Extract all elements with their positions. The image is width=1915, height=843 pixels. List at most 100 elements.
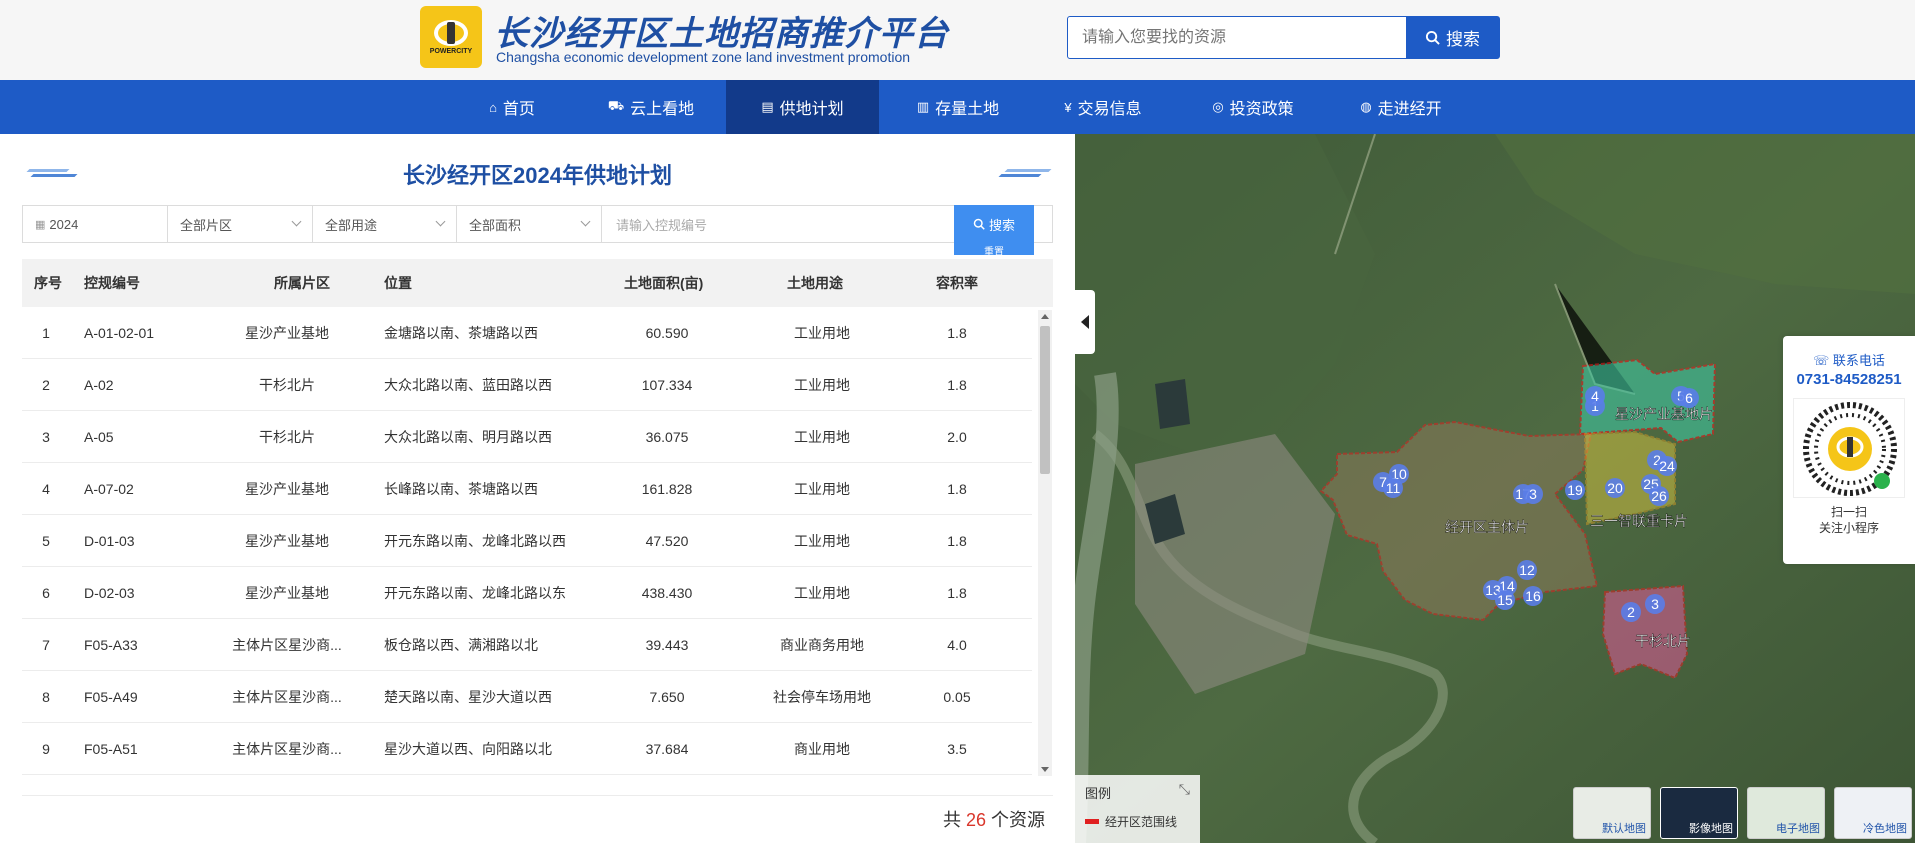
basemap-cool[interactable]: 冷色地图	[1834, 787, 1912, 839]
usage-select[interactable]: 全部用途	[313, 206, 457, 242]
row-location: 星沙大道以西、向阳路以北	[384, 741, 552, 757]
site-logo[interactable]: POWERCITY	[420, 6, 482, 68]
globe-icon: ◍	[1360, 99, 1372, 114]
map-marker[interactable]: 19	[1565, 480, 1585, 500]
row-far: 1.8	[947, 481, 967, 497]
contact-label-text: 联系电话	[1832, 353, 1885, 368]
contact-card: ☏ 联系电话 0731-84528251 扫一扫 关注小程序	[1783, 336, 1915, 564]
row-district: 干杉北片	[259, 429, 315, 445]
row-district: 星沙产业基地	[245, 585, 329, 601]
col-header-usage: 土地用途	[787, 275, 843, 291]
row-usage: 工业用地	[794, 585, 850, 601]
nav-item-about[interactable]: ◍ 走进经开	[1336, 80, 1466, 134]
calendar-icon: ▦	[35, 218, 46, 231]
policy-icon: ◎	[1212, 99, 1224, 114]
search-input[interactable]	[1068, 17, 1406, 58]
collapse-panel-button[interactable]	[1075, 290, 1095, 354]
basemap-label: 默认地图	[1602, 823, 1646, 835]
nav-label: 供地计划	[779, 101, 844, 118]
year-picker[interactable]: ▦ 2024	[23, 206, 168, 242]
row-usage: 工业用地	[794, 429, 850, 445]
area-select[interactable]: 全部面积	[457, 206, 602, 242]
search-icon	[973, 218, 985, 230]
collapse-legend-icon[interactable]: ⤡	[1179, 781, 1190, 798]
row-far: 2.0	[947, 429, 967, 445]
contact-phone[interactable]: 0731-84528251	[1783, 371, 1915, 388]
nav-item-policy[interactable]: ◎ 投资政策	[1188, 80, 1318, 134]
search-button[interactable]: 搜索	[1406, 17, 1499, 58]
table-row[interactable]: 2 A-02 干杉北片 大众北路以南、蓝田路以西 107.334 工业用地 1.8	[22, 359, 1032, 411]
marker-label: 6	[1685, 390, 1693, 406]
row-index: 8	[42, 689, 50, 705]
district-value: 全部片区	[180, 217, 233, 233]
scan-hint: 扫一扫 关注小程序	[1783, 504, 1915, 536]
map-marker[interactable]: 3	[1645, 594, 1665, 614]
row-code: F05-A51	[84, 741, 138, 757]
row-usage: 社会停车场用地	[773, 689, 871, 705]
row-index: 4	[42, 481, 50, 497]
row-district: 星沙产业基地	[245, 533, 329, 549]
row-usage: 商业商务用地	[780, 637, 864, 653]
logo-mark-icon	[434, 19, 468, 46]
marker-label: 26	[1651, 488, 1667, 504]
marker-label: 4	[1591, 388, 1599, 404]
row-area: 39.443	[645, 637, 689, 653]
basemap-electronic[interactable]: 电子地图	[1747, 787, 1825, 839]
map-marker[interactable]: 16	[1523, 586, 1543, 606]
year-value: 2024	[49, 216, 79, 232]
map-marker[interactable]: 12	[1517, 560, 1537, 580]
car-icon: ⛟	[607, 98, 625, 113]
map-marker[interactable]: 2	[1621, 602, 1641, 622]
table-body: 1 A-01-02-01 星沙产业基地 金塘路以南、茶塘路以西 60.590 工业用地 1.…	[22, 307, 1032, 777]
nav-item-stock-land[interactable]: ▥ 存量土地	[893, 80, 1023, 134]
row-location: 大众北路以南、蓝田路以西	[384, 377, 552, 393]
map-marker[interactable]: 15	[1495, 590, 1515, 610]
row-index: 1	[42, 325, 50, 341]
row-index: 2	[42, 377, 50, 393]
marker-label: 11	[1386, 480, 1401, 496]
map-marker[interactable]: 11	[1383, 478, 1403, 498]
basemap-default[interactable]: 默认地图	[1573, 787, 1651, 839]
zone-label-gansha: 干杉北片	[1635, 633, 1691, 649]
nav-item-supply-plan[interactable]: ▤ 供地计划	[726, 80, 879, 134]
map-marker[interactable]: 3	[1523, 484, 1543, 504]
scan-line1: 扫一扫	[1830, 505, 1867, 519]
map-marker[interactable]: 4	[1585, 386, 1605, 406]
row-district: 主体片区星沙商...	[232, 741, 342, 757]
table-scrollbar[interactable]	[1038, 310, 1052, 776]
basemap-label: 冷色地图	[1863, 823, 1907, 835]
table-row[interactable]: 9 F05-A51 主体片区星沙商... 星沙大道以西、向阳路以北 37.684 商业用地…	[22, 723, 1032, 775]
nav-item-cloud-view[interactable]: ⛟ 云上看地	[586, 80, 716, 134]
table-row[interactable]: 7 F05-A33 主体片区星沙商... 板仓路以西、满湘路以北 39.443 商业商务用…	[22, 619, 1032, 671]
search-icon	[1425, 30, 1440, 45]
marker-label: 3	[1529, 486, 1537, 502]
table-row[interactable]: 8 F05-A49 主体片区星沙商... 楚天路以南、星沙大道以西 7.650 社会停车场…	[22, 671, 1032, 723]
nav-label: 交易信息	[1077, 101, 1142, 118]
qr-code-icon	[1803, 402, 1897, 496]
table-row[interactable]: 1 A-01-02-01 星沙产业基地 金塘路以南、茶塘路以西 60.590 工业用地 1.…	[22, 307, 1032, 359]
table-row[interactable]: 3 A-05 干杉北片 大众北路以南、明月路以西 36.075 工业用地 2.0	[22, 411, 1032, 463]
table-row[interactable]: 4 A-07-02 星沙产业基地 长峰路以南、茶塘路以西 161.828 工业用地 1.8	[22, 463, 1032, 515]
zone-gansha-north[interactable]	[1601, 584, 1689, 680]
table-row[interactable]: 5 D-01-03 星沙产业基地 开元东路以南、龙峰北路以西 47.520 工业用地 1.8	[22, 515, 1032, 567]
scroll-up-icon[interactable]	[1041, 314, 1049, 319]
map-marker[interactable]: 26	[1649, 486, 1669, 506]
row-district: 主体片区星沙商...	[232, 689, 342, 705]
row-far: 3.5	[947, 741, 967, 757]
filter-search-button[interactable]: 搜索	[954, 205, 1034, 243]
map-marker[interactable]: 24	[1657, 456, 1677, 476]
scroll-down-icon[interactable]	[1041, 767, 1049, 772]
map-marker[interactable]: 6	[1679, 388, 1699, 408]
district-select[interactable]: 全部片区	[168, 206, 313, 242]
map-marker[interactable]: 20	[1605, 478, 1625, 498]
row-usage: 工业用地	[794, 481, 850, 497]
reset-button[interactable]: 重置	[954, 243, 1034, 255]
table-row[interactable]: 6 D-02-03 星沙产业基地 开元东路以南、龙峰北路以东 438.430 工业用地 1.…	[22, 567, 1032, 619]
basemap-satellite[interactable]: 影像地图	[1660, 787, 1738, 839]
row-area: 107.334	[641, 377, 693, 393]
scroll-thumb[interactable]	[1040, 326, 1050, 474]
nav-item-home[interactable]: ⌂ 首页	[452, 80, 572, 134]
marker-label: 16	[1525, 588, 1541, 604]
code-placeholder: 请输入控规编号	[616, 217, 708, 233]
nav-item-trade-info[interactable]: ¥ 交易信息	[1038, 80, 1168, 134]
